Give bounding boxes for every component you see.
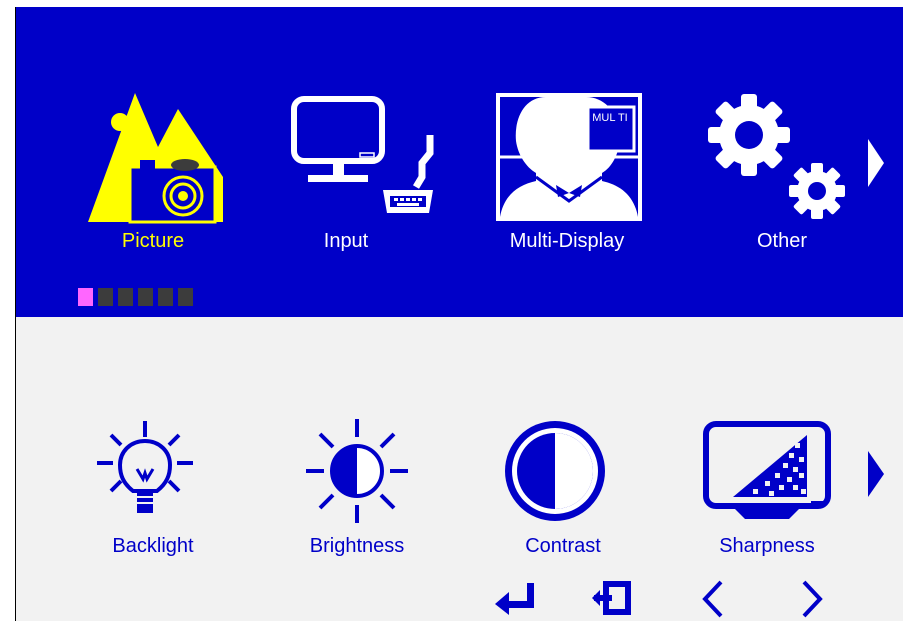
chevron-right-icon[interactable] xyxy=(800,579,824,619)
picture-icon xyxy=(88,93,223,224)
enter-icon[interactable] xyxy=(493,581,537,615)
osd-menu: Picture Input MUL TI Multi-Display Other… xyxy=(15,7,903,621)
menu-label-other: Other xyxy=(756,230,808,252)
submenu-item-sharpness[interactable] xyxy=(703,421,843,531)
menu-item-multi-display[interactable]: MUL TI xyxy=(496,93,646,233)
menu-item-input[interactable] xyxy=(290,95,440,235)
submenu-label-contrast: Contrast xyxy=(525,535,601,557)
frame-left-border xyxy=(15,7,16,621)
page-dot xyxy=(118,288,133,306)
menu-label-input: Input xyxy=(323,230,369,252)
page-indicator xyxy=(78,288,198,306)
submenu-label-sharpness: Sharpness xyxy=(719,535,815,557)
contrast-icon xyxy=(505,421,605,521)
brightness-icon xyxy=(306,419,408,523)
submenu-item-contrast[interactable] xyxy=(503,417,613,527)
submenu-item-backlight[interactable] xyxy=(93,413,203,523)
page-dot xyxy=(178,288,193,306)
main-menu-bar: Picture Input MUL TI Multi-Display Other xyxy=(15,7,903,317)
page-dot xyxy=(78,288,93,306)
chevron-right-icon[interactable] xyxy=(866,137,886,189)
backlight-icon xyxy=(97,421,193,513)
gear-icon xyxy=(708,94,845,219)
menu-label-multi-display: Multi-Display xyxy=(509,230,625,252)
menu-label-picture: Picture xyxy=(121,230,185,252)
chevron-right-icon[interactable] xyxy=(866,449,886,499)
submenu-label-brightness: Brightness xyxy=(309,535,405,557)
sub-menu-area: Backlight Brightness Contrast Sharpness xyxy=(15,317,903,621)
submenu-item-brightness[interactable] xyxy=(302,415,412,525)
page-dot xyxy=(98,288,113,306)
menu-item-other[interactable] xyxy=(705,91,855,231)
multi-badge-text: MUL TI xyxy=(592,112,628,124)
exit-icon[interactable] xyxy=(590,581,634,615)
chevron-left-icon[interactable] xyxy=(701,579,725,619)
submenu-label-backlight: Backlight xyxy=(112,535,194,557)
page-dot xyxy=(158,288,173,306)
page-dot xyxy=(138,288,153,306)
input-icon xyxy=(291,96,434,213)
sharpness-icon xyxy=(703,421,831,519)
